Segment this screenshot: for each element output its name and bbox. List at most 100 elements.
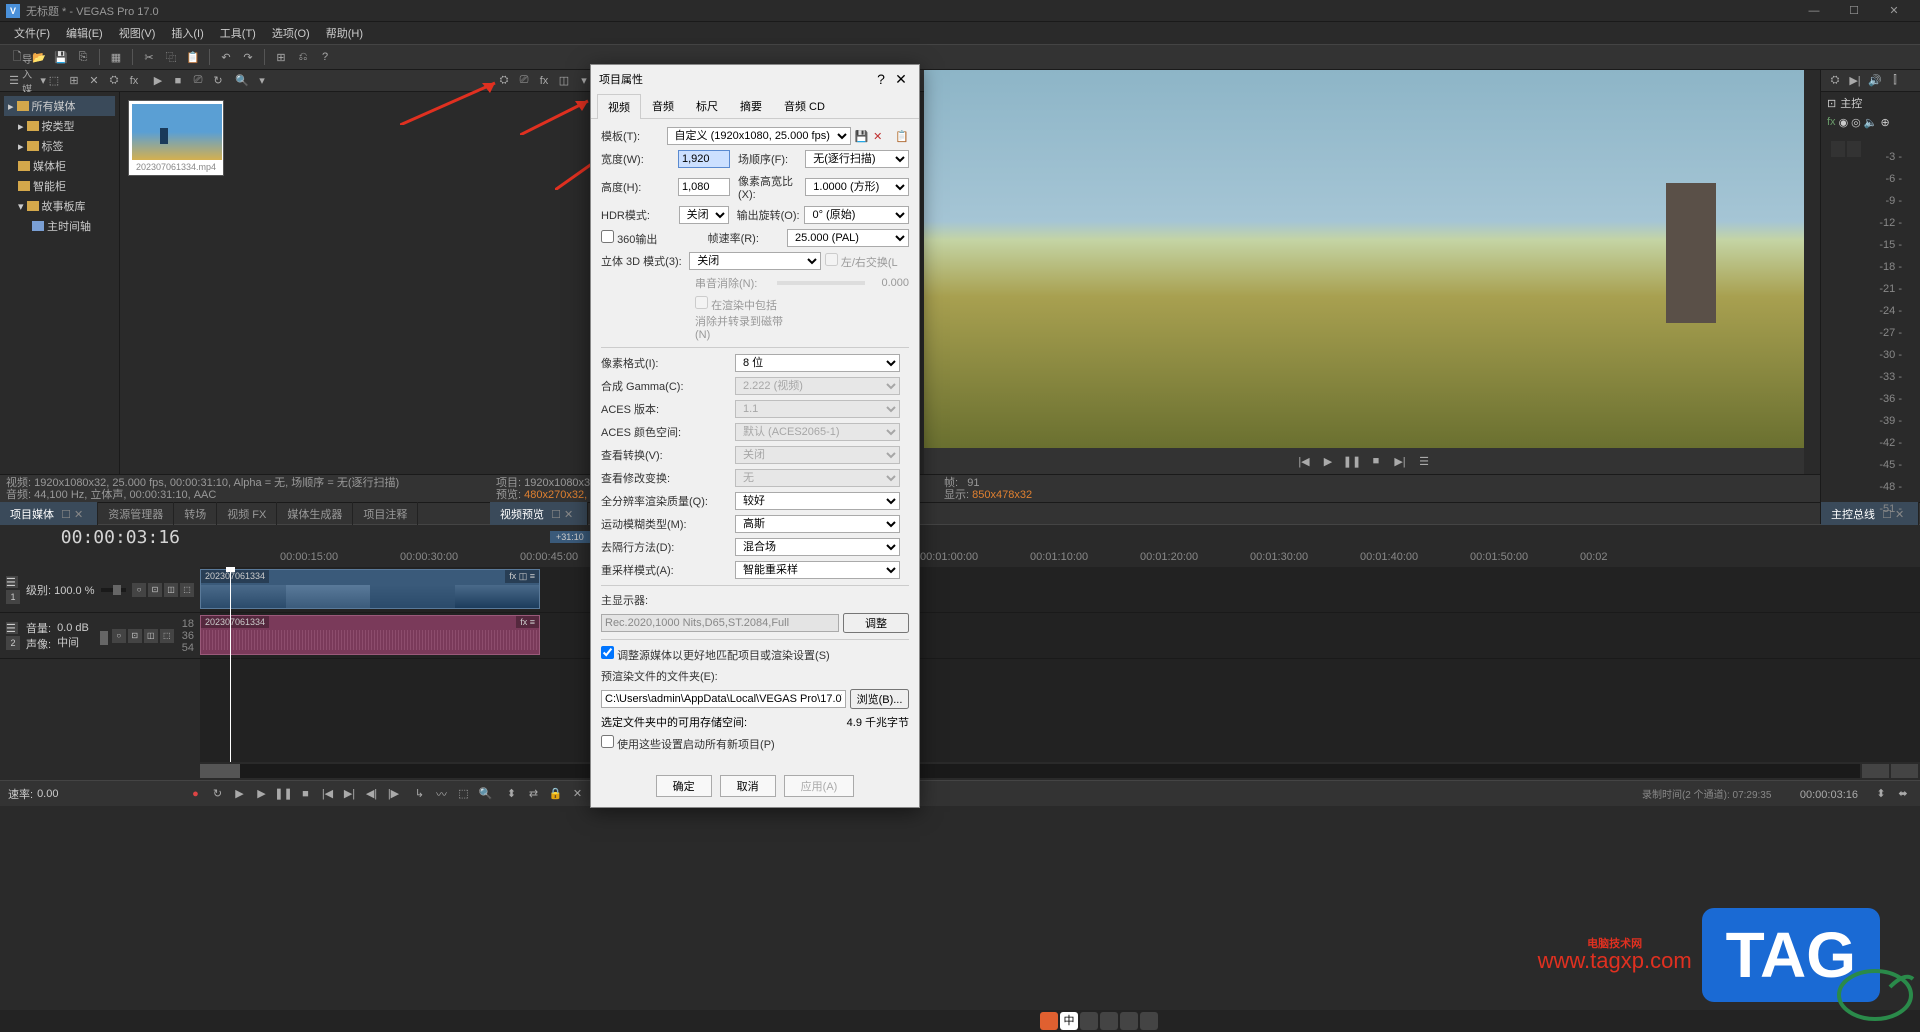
settings-icon[interactable]: ⛭ (1827, 73, 1843, 89)
mute-button[interactable]: ○ (112, 629, 126, 643)
ok-button[interactable]: 确定 (656, 775, 712, 797)
cut-icon[interactable]: ✂ (140, 48, 158, 66)
go-end-icon[interactable]: ▶| (340, 785, 358, 803)
master-fx-icon[interactable]: fx (1827, 116, 1836, 129)
video-clip[interactable]: 202307061334fx ◫ ≡ (200, 569, 540, 609)
redo-icon[interactable]: ↷ (239, 48, 257, 66)
fps-select[interactable]: 25.000 (PAL) (787, 229, 909, 247)
height-input[interactable] (678, 178, 730, 196)
user-icon[interactable] (1120, 1012, 1138, 1030)
snap-icon[interactable]: ⊞ (272, 48, 290, 66)
auto-ripple-icon[interactable]: ⇄ (524, 785, 542, 803)
zoom-in-icon[interactable] (1891, 764, 1918, 778)
tab-notes[interactable]: 项目注释 (353, 502, 418, 526)
mono-icon[interactable]: ⊕ (1880, 116, 1889, 129)
tree-smart[interactable]: 智能柜 (4, 176, 115, 196)
external-icon[interactable]: ⎚ (516, 73, 532, 89)
lang-icon[interactable]: 中 (1060, 1012, 1078, 1030)
tree-main-tl[interactable]: 主时间轴 (4, 216, 115, 236)
undo-icon[interactable]: ↶ (217, 48, 235, 66)
stop-icon[interactable]: ■ (170, 73, 186, 89)
prev-frame-icon[interactable]: |◀ (1295, 452, 1313, 470)
select-icon[interactable]: ⬚ (454, 785, 472, 803)
lock-icon[interactable]: 🔒 (546, 785, 564, 803)
width-input[interactable] (678, 150, 730, 168)
tab-audio[interactable]: 音频 (641, 93, 685, 118)
prerender-input[interactable] (601, 690, 846, 708)
ripple-icon[interactable]: ⎌ (294, 48, 312, 66)
auto-button[interactable]: ⬚ (180, 583, 194, 597)
dropdown-icon[interactable]: ▾ (254, 73, 270, 89)
360-output-checkbox[interactable] (601, 230, 614, 243)
dialog-close-icon[interactable]: ✕ (891, 71, 911, 88)
preview-icon[interactable]: ⎚ (190, 73, 206, 89)
solo-icon[interactable]: ◎ (1851, 116, 1861, 129)
solo-button[interactable]: ⊡ (128, 629, 142, 643)
dialog-help-icon[interactable]: ? (871, 71, 891, 87)
template-select[interactable]: 自定义 (1920x1080, 25.000 fps) (667, 127, 851, 145)
close-button[interactable]: ✕ (1874, 1, 1914, 21)
go-start-icon[interactable]: |◀ (318, 785, 336, 803)
fullres-select[interactable]: 较好 (735, 492, 900, 510)
tab-audio-cd[interactable]: 音频 CD (773, 93, 836, 118)
tab-video-fx[interactable]: 视频 FX (217, 502, 277, 526)
menu-options[interactable]: 选项(O) (264, 22, 318, 44)
get-media-icon[interactable]: ⊞ (66, 73, 82, 89)
stop-icon[interactable]: ■ (296, 785, 314, 803)
timeline-scrollbar[interactable] (200, 764, 1860, 778)
timecode-main[interactable]: 00:00:03:16 (61, 527, 180, 548)
envelope-icon[interactable]: 〰 (432, 785, 450, 803)
tree-by-type[interactable]: ▸ 按类型 (4, 116, 115, 136)
fx-button[interactable]: ◫ (144, 629, 158, 643)
par-select[interactable]: 1.0000 (方形) (805, 178, 909, 196)
record-icon[interactable]: ● (186, 785, 204, 803)
snap-icon[interactable]: ⬍ (502, 785, 520, 803)
mute-icon[interactable]: ◉ (1839, 116, 1849, 129)
tab-summary[interactable]: 摘要 (729, 93, 773, 118)
delete-template-icon[interactable]: ✕ (872, 128, 883, 144)
pause-icon[interactable]: ❚❚ (1343, 452, 1361, 470)
tab-video[interactable]: 视频 (597, 94, 641, 119)
ime-icon[interactable] (1040, 1012, 1058, 1030)
level-slider[interactable] (101, 588, 127, 592)
views-icon[interactable]: ☰ (6, 73, 22, 89)
match-media-icon[interactable]: 📋 (895, 128, 909, 144)
deint-select[interactable]: 混合场 (735, 538, 900, 556)
play-start-icon[interactable]: ▶ (230, 785, 248, 803)
fx-button[interactable]: ◫ (164, 583, 178, 597)
tool-icon[interactable] (1140, 1012, 1158, 1030)
apply-button[interactable]: 应用(A) (784, 775, 855, 797)
prev-frame-icon[interactable]: ◀| (362, 785, 380, 803)
mblur-select[interactable]: 高斯 (735, 515, 900, 533)
tab-explorer[interactable]: 资源管理器 (98, 502, 174, 526)
menu-file[interactable]: 文件(F) (6, 22, 58, 44)
punct-icon[interactable] (1080, 1012, 1098, 1030)
remove-icon[interactable]: ✕ (86, 73, 102, 89)
next-frame-icon[interactable]: |▶ (384, 785, 402, 803)
stereo3d-select[interactable]: 关闭 (689, 252, 821, 270)
resample-select[interactable]: 智能重采样 (735, 561, 900, 579)
menu-icon[interactable]: ☰ (1415, 452, 1433, 470)
properties-icon[interactable]: ⛭ (106, 73, 122, 89)
copy-icon[interactable]: ⿻ (162, 48, 180, 66)
menu-tools[interactable]: 工具(T) (212, 22, 264, 44)
tab-ruler[interactable]: 标尺 (685, 93, 729, 118)
save-icon[interactable]: 💾 (52, 48, 70, 66)
loop-icon[interactable]: ↻ (208, 785, 226, 803)
paste-icon[interactable]: 📋 (184, 48, 202, 66)
audio-track-lane[interactable]: 202307061334fx ≡ (200, 613, 1920, 659)
tree-bins[interactable]: 媒体柜 (4, 156, 115, 176)
track-menu-icon[interactable]: ☰ (6, 622, 18, 634)
normal-edit-icon[interactable]: ↳ (410, 785, 428, 803)
auto-icon[interactable]: ⊡ (1827, 97, 1836, 110)
audio-track-header[interactable]: ☰ 2 音量: 声像: 0.0 dB 中间 ○ ⊡ (0, 613, 200, 659)
auto-button[interactable]: ⬚ (160, 629, 174, 643)
output-fx-icon[interactable]: fx (536, 73, 552, 89)
prev-icon[interactable]: ▶| (1847, 73, 1863, 89)
cancel-button[interactable]: 取消 (720, 775, 776, 797)
solo-button[interactable]: ⊡ (148, 583, 162, 597)
next-frame-icon[interactable]: ▶| (1391, 452, 1409, 470)
play-icon[interactable]: ▶ (1319, 452, 1337, 470)
menu-view[interactable]: 视图(V) (111, 22, 164, 44)
video-track-header[interactable]: ☰ 1 级别: 100.0 % ○ ⊡ ◫ ⬚ (0, 567, 200, 613)
